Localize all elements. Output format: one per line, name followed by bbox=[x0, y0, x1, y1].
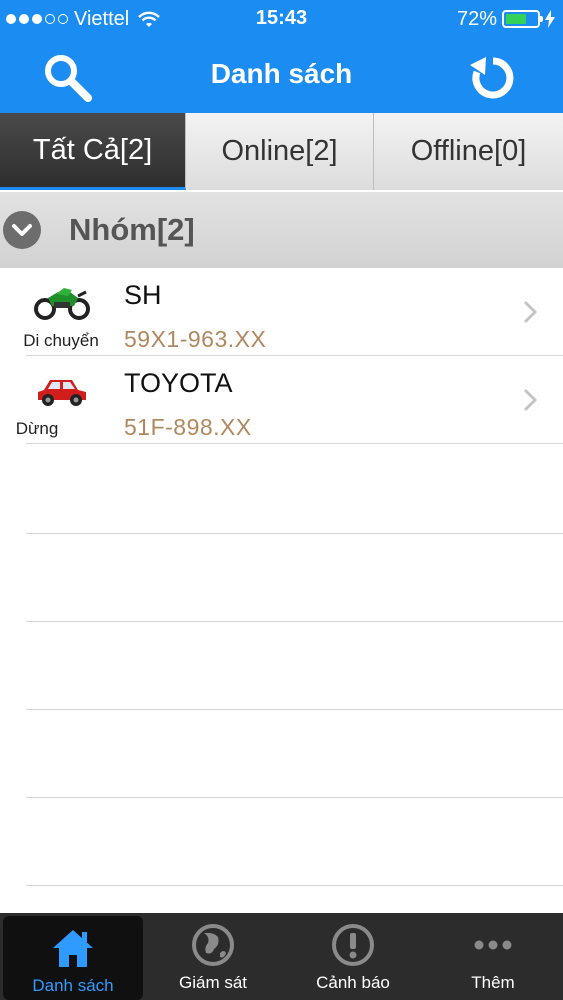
tab-offline[interactable]: Offline[0] bbox=[374, 113, 563, 190]
tab-online[interactable]: Online[2] bbox=[186, 113, 374, 190]
tab-them[interactable]: Thêm bbox=[423, 913, 563, 1000]
battery-icon bbox=[502, 10, 543, 28]
vehicle-name: TOYOTA bbox=[124, 368, 233, 398]
chevron-right-icon bbox=[523, 300, 537, 324]
empty-row-divider bbox=[26, 885, 563, 886]
tab-danh-sach[interactable]: Danh sách bbox=[3, 916, 143, 1000]
tab-all[interactable]: Tất Cả[2] bbox=[0, 113, 186, 190]
tab-label: Cảnh báo bbox=[316, 973, 390, 992]
group-header[interactable]: Nhóm[2] bbox=[0, 192, 563, 268]
group-label: Nhóm[2] bbox=[69, 212, 195, 247]
empty-row-divider bbox=[26, 533, 563, 534]
more-icon bbox=[470, 923, 516, 967]
empty-row-divider bbox=[26, 797, 563, 798]
status-right: 72% bbox=[457, 7, 555, 31]
vehicle-plate: 51F-898.XX bbox=[124, 414, 252, 440]
status-bar: Viettel 15:43 72% bbox=[0, 0, 563, 40]
charging-icon bbox=[545, 10, 555, 28]
alert-icon bbox=[330, 923, 376, 967]
empty-row-divider bbox=[26, 621, 563, 622]
list-item[interactable]: Dừng TOYOTA 51F-898.XX bbox=[0, 356, 563, 444]
filter-tabs: Tất Cả[2] Online[2] Offline[0] bbox=[0, 113, 563, 190]
chevron-down-icon bbox=[3, 211, 41, 249]
battery-percent: 72% bbox=[456, 7, 497, 30]
vehicle-list: Di chuyển SH 59X1-963.XX Dừng TOYOTA 51F… bbox=[0, 268, 563, 444]
car-icon bbox=[38, 380, 86, 406]
list-item[interactable]: Di chuyển SH 59X1-963.XX bbox=[0, 268, 563, 356]
globe-icon bbox=[190, 923, 236, 967]
navigation-bar: Danh sách bbox=[0, 40, 563, 113]
refresh-button[interactable] bbox=[463, 50, 523, 105]
app-screen: Viettel 15:43 72% Danh sách Tất Cả[2] On… bbox=[0, 0, 563, 1000]
tab-canh-bao[interactable]: Cảnh báo bbox=[283, 913, 423, 1000]
tab-giam-sat[interactable]: Giám sát bbox=[143, 913, 283, 1000]
refresh-icon bbox=[470, 56, 514, 98]
motorbike-icon bbox=[34, 288, 90, 320]
empty-row-divider bbox=[26, 709, 563, 710]
vehicle-status: Dừng bbox=[15, 419, 59, 438]
tab-label: Danh sách bbox=[32, 976, 114, 995]
vehicle-name: SH bbox=[124, 280, 162, 310]
vehicle-status: Di chuyển bbox=[23, 331, 99, 350]
home-icon bbox=[50, 926, 96, 970]
tab-label: Thêm bbox=[471, 973, 515, 992]
bottom-tab-bar: Danh sách Giám sát Cảnh báo Thêm bbox=[0, 913, 563, 1000]
chevron-right-icon bbox=[523, 388, 537, 412]
vehicle-plate: 59X1-963.XX bbox=[124, 326, 267, 352]
tab-label: Giám sát bbox=[178, 973, 248, 992]
